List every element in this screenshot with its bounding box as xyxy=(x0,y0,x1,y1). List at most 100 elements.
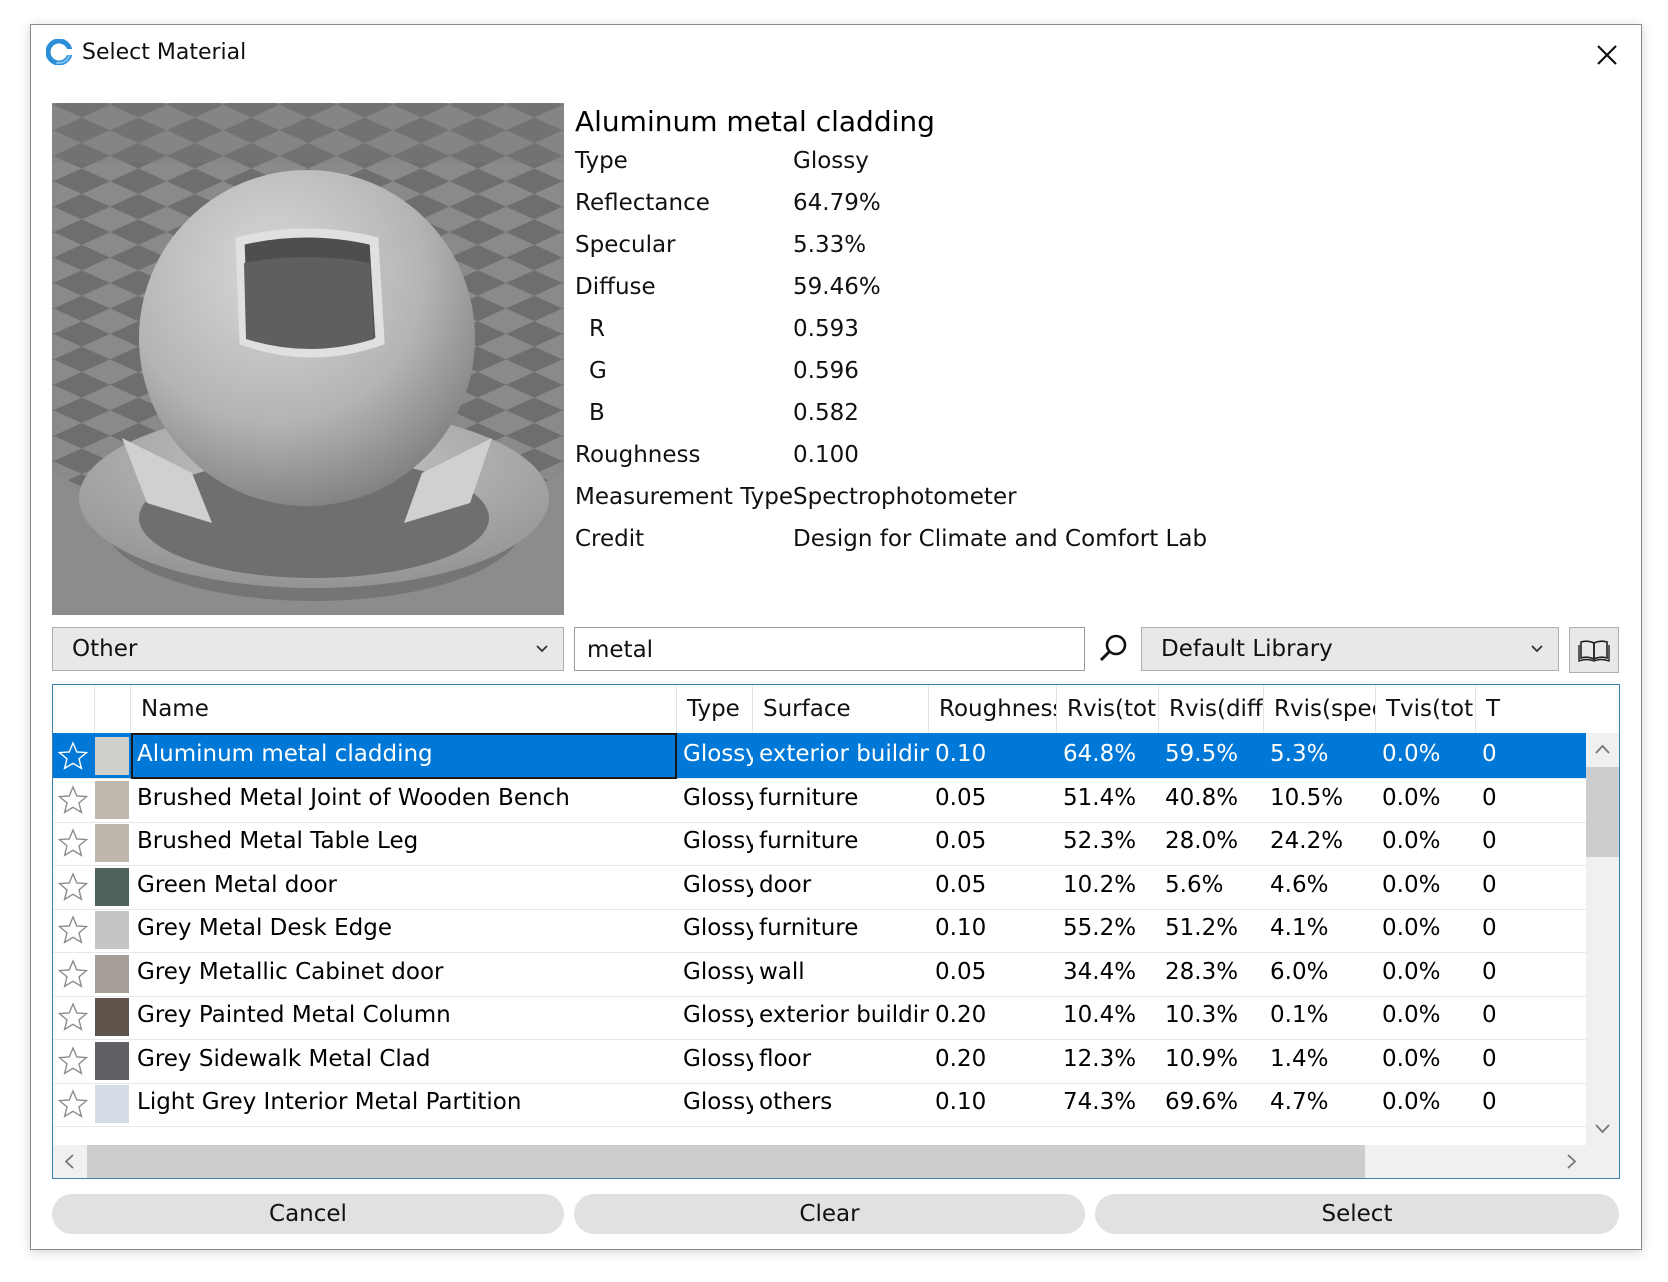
prop-value: Spectrophotometer xyxy=(793,484,1017,510)
cell-roughness: 0.10 xyxy=(935,1089,987,1115)
search-icon[interactable] xyxy=(1095,631,1131,667)
favorite-star-icon[interactable] xyxy=(57,740,89,772)
prop-roughness: Roughness 0.100 xyxy=(575,442,1275,484)
cell-type: Glossy xyxy=(683,1002,753,1028)
cell-name: Grey Sidewalk Metal Clad xyxy=(137,1045,431,1072)
column-header-name[interactable]: Name xyxy=(131,685,677,733)
favorite-star-icon[interactable] xyxy=(57,958,89,990)
prop-measurement-type: Measurement Type Spectrophotometer xyxy=(575,484,1275,526)
category-dropdown[interactable]: Other xyxy=(52,627,564,671)
column-header-roughness[interactable]: Roughness xyxy=(929,685,1057,733)
table-row[interactable]: Grey Metal Desk Edge Glossy furniture 0.10 5… xyxy=(53,907,1588,953)
title-bar: Select Material xyxy=(31,25,1641,83)
cell-more: 0 xyxy=(1482,828,1497,854)
horizontal-scroll-thumb[interactable] xyxy=(87,1145,1365,1178)
search-input[interactable]: metal xyxy=(574,627,1085,671)
column-header-more[interactable]: T xyxy=(1476,685,1588,733)
library-book-button[interactable] xyxy=(1569,627,1619,673)
cell-name: Green Metal door xyxy=(137,871,337,898)
table-row[interactable]: Brushed Metal Table Leg Glossy furniture 0.… xyxy=(53,820,1588,866)
prop-value: 0.593 xyxy=(793,316,859,342)
prop-value: 59.46% xyxy=(793,274,881,300)
cell-rvis-tot: 34.4% xyxy=(1063,958,1137,985)
cell-rvis-tot: 10.2% xyxy=(1063,871,1137,898)
scroll-up-icon[interactable] xyxy=(1586,733,1619,766)
column-header-surface[interactable]: Surface xyxy=(753,685,929,733)
color-swatch xyxy=(95,737,129,775)
cell-more: 0 xyxy=(1482,958,1497,985)
cell-more: 0 xyxy=(1482,871,1497,898)
color-swatch xyxy=(95,911,129,949)
cell-tvis-tot: 0.0% xyxy=(1382,784,1441,811)
column-header-tvis-tot[interactable]: Tvis(tot) xyxy=(1376,685,1476,733)
cell-rvis-diff: 10.9% xyxy=(1165,1045,1239,1072)
favorite-star-icon[interactable] xyxy=(57,827,89,859)
favorite-star-icon[interactable] xyxy=(57,871,89,903)
favorite-star-icon[interactable] xyxy=(57,1088,89,1120)
prop-reflectance: Reflectance 64.79% xyxy=(575,190,1275,232)
table-row[interactable]: Green Metal door Glossy door 0.05 10.2% 5.6% 4… xyxy=(53,864,1588,910)
chevron-down-icon xyxy=(1531,645,1543,653)
clear-button[interactable]: Clear xyxy=(574,1194,1085,1234)
scroll-right-icon[interactable] xyxy=(1555,1145,1588,1178)
column-header-rvis-spec[interactable]: Rvis(spec) xyxy=(1264,685,1376,733)
cell-rvis-tot: 10.4% xyxy=(1063,1002,1137,1028)
column-header-rvis-diff[interactable]: Rvis(diff) xyxy=(1159,685,1264,733)
color-swatch xyxy=(95,1085,129,1123)
column-header-swatch[interactable] xyxy=(95,685,131,733)
table-row[interactable]: Brushed Metal Joint of Wooden Bench Gloss… xyxy=(53,777,1588,823)
scrollbar-corner xyxy=(1586,1145,1619,1178)
cell-rvis-tot: 12.3% xyxy=(1063,1045,1137,1072)
cell-roughness: 0.10 xyxy=(935,741,987,767)
vertical-scrollbar[interactable] xyxy=(1586,733,1619,1145)
table-row[interactable]: Grey Sidewalk Metal Clad Glossy floor 0.20 1… xyxy=(53,1038,1588,1084)
table-row[interactable]: Grey Metallic Cabinet door Glossy wall 0.05… xyxy=(53,951,1588,997)
cell-rvis-spec: 0.1% xyxy=(1270,1002,1329,1028)
cell-surface: exterior building xyxy=(759,741,929,767)
vertical-scroll-thumb[interactable] xyxy=(1586,767,1619,857)
favorite-star-icon[interactable] xyxy=(57,914,89,946)
column-header-favorite[interactable] xyxy=(53,685,95,733)
prop-label: Roughness xyxy=(575,442,701,468)
library-dropdown[interactable]: Default Library xyxy=(1141,627,1559,671)
cell-rvis-spec: 4.6% xyxy=(1270,871,1329,898)
cell-more: 0 xyxy=(1482,1045,1497,1072)
cell-name: Aluminum metal cladding xyxy=(131,733,677,779)
favorite-star-icon[interactable] xyxy=(57,1045,89,1077)
scroll-left-icon[interactable] xyxy=(53,1145,86,1178)
cell-surface: exterior building xyxy=(759,1002,929,1028)
cell-more: 0 xyxy=(1482,1089,1497,1115)
cell-rvis-tot: 51.4% xyxy=(1063,784,1137,811)
cell-surface: furniture xyxy=(759,784,859,811)
horizontal-scrollbar[interactable] xyxy=(53,1145,1588,1178)
cell-surface: others xyxy=(759,1089,833,1115)
column-header-rvis-tot[interactable]: Rvis(tot) xyxy=(1057,685,1159,733)
color-swatch xyxy=(95,867,129,906)
favorite-star-icon[interactable] xyxy=(57,1001,89,1033)
cell-rvis-tot: 52.3% xyxy=(1063,828,1137,854)
select-button[interactable]: Select xyxy=(1095,1194,1619,1234)
prop-label: Diffuse xyxy=(575,274,656,300)
prop-b: B 0.582 xyxy=(575,400,1275,442)
prop-credit: Credit Design for Climate and Comfort La… xyxy=(575,526,1275,568)
table-row[interactable]: Light Grey Interior Metal Partition Gloss… xyxy=(53,1081,1588,1127)
cell-surface: floor xyxy=(759,1045,812,1072)
close-icon[interactable] xyxy=(1587,35,1627,75)
cell-rvis-spec: 24.2% xyxy=(1270,828,1344,854)
cell-roughness: 0.05 xyxy=(935,958,987,985)
prop-label: Type xyxy=(575,148,628,174)
cell-type: Glossy xyxy=(683,871,753,898)
cell-name: Grey Painted Metal Column xyxy=(137,1002,451,1028)
table-row[interactable]: Aluminum metal cladding Glossy exterior bu… xyxy=(53,733,1588,779)
favorite-star-icon[interactable] xyxy=(57,784,89,816)
color-swatch xyxy=(95,998,129,1036)
cell-rvis-diff: 28.3% xyxy=(1165,958,1239,985)
scroll-down-icon[interactable] xyxy=(1586,1112,1619,1145)
cell-type: Glossy xyxy=(683,1045,753,1072)
prop-label: Measurement Type xyxy=(575,484,794,510)
column-header-type[interactable]: Type xyxy=(677,685,753,733)
cancel-button[interactable]: Cancel xyxy=(52,1194,564,1234)
table-row[interactable]: Grey Painted Metal Column Glossy exterior … xyxy=(53,994,1588,1040)
cell-type: Glossy xyxy=(683,828,753,854)
cell-name: Brushed Metal Table Leg xyxy=(137,828,419,854)
